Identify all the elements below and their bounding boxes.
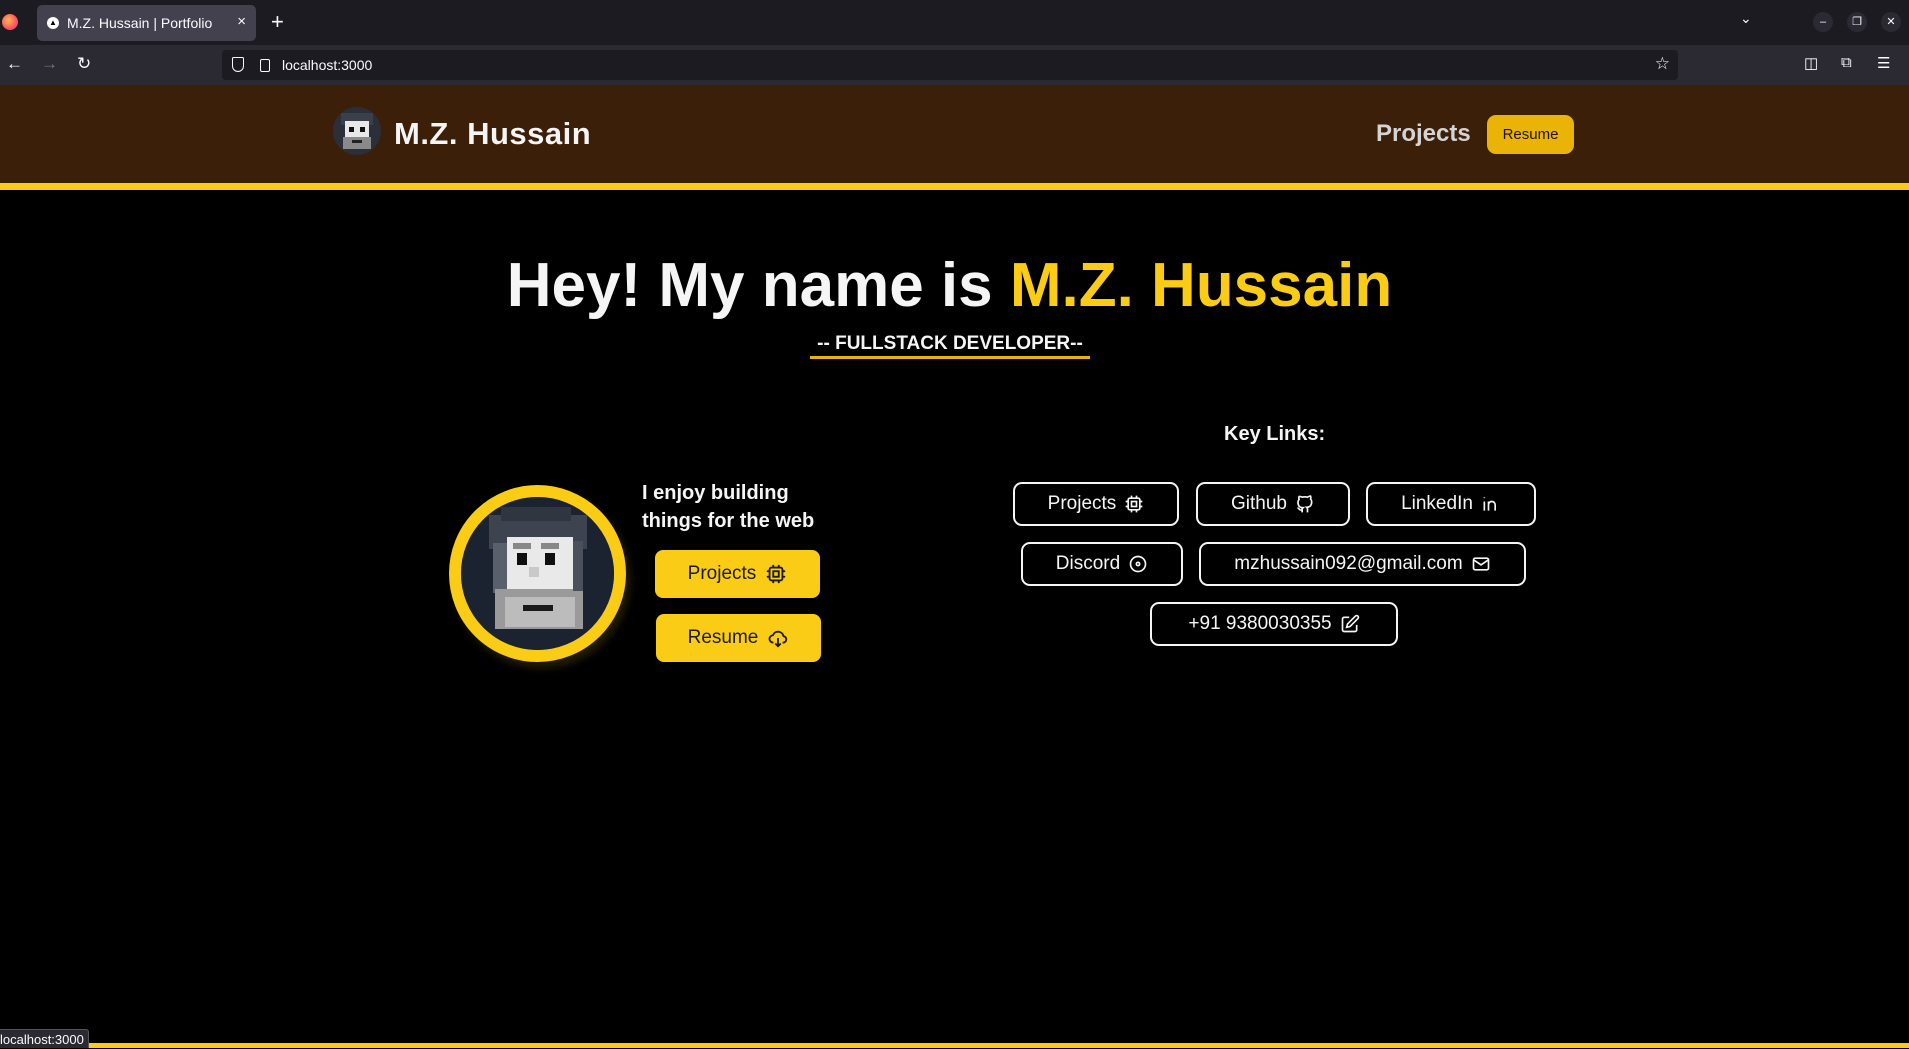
cpu-icon: [765, 563, 787, 585]
browser-tab-bar: ▲ M.Z. Hussain | Portfolio × + ⌄ – ❐ ✕: [0, 0, 1909, 45]
bookmark-star-icon[interactable]: ☆: [1655, 54, 1670, 74]
resume-cta-label: Resume: [687, 627, 759, 648]
key-link-label: +91 9380030355: [1188, 613, 1332, 634]
hero-title: Hey! My name is M.Z. Hussain: [0, 250, 1899, 321]
key-link-label: LinkedIn: [1401, 493, 1473, 514]
address-bar[interactable]: localhost:3000 ☆: [222, 50, 1678, 80]
key-link-email[interactable]: mzhussain092@gmail.com: [1199, 542, 1526, 586]
browser-toolbar: ← → ↻ localhost:3000 ☆ ◫ ⧉ ☰: [0, 45, 1909, 85]
projects-cta-button[interactable]: Projects: [655, 550, 820, 598]
page-viewport: M.Z. Hussain Projects Resume Hey! My nam…: [0, 85, 1909, 1048]
logo-avatar[interactable]: [333, 107, 381, 155]
pixel-portrait-icon: [461, 497, 614, 650]
key-link-label: Discord: [1055, 553, 1121, 574]
hero-subtitle: -- FULLSTACK DEVELOPER--: [810, 333, 1090, 359]
cpu-icon: [1124, 494, 1144, 514]
url-text[interactable]: localhost:3000: [282, 57, 372, 73]
intro-tagline: I enjoy building things for the web: [642, 482, 815, 532]
restore-window-icon[interactable]: ❐: [1847, 12, 1867, 32]
tab-close-icon[interactable]: ×: [237, 13, 246, 30]
tab-list-chevron-icon[interactable]: ⌄: [1740, 10, 1752, 27]
pocket-icon[interactable]: ◫: [1804, 54, 1818, 72]
firefox-logo-icon: [2, 14, 18, 30]
key-link-projects[interactable]: Projects: [1013, 482, 1179, 526]
site-header: M.Z. Hussain Projects Resume: [0, 85, 1909, 190]
page-bottom-accent-line: [0, 1043, 1909, 1048]
browser-tab[interactable]: ▲ M.Z. Hussain | Portfolio ×: [37, 5, 256, 41]
mail-icon: [1471, 554, 1491, 574]
disc-icon: [1128, 554, 1148, 574]
key-links-title: Key Links:: [1224, 423, 1326, 445]
tab-favicon-icon: ▲: [47, 17, 59, 29]
close-window-icon[interactable]: ✕: [1881, 12, 1901, 32]
tab-title: M.Z. Hussain | Portfolio: [67, 15, 213, 31]
tracking-shield-icon[interactable]: [232, 57, 244, 72]
minimize-window-icon[interactable]: –: [1813, 12, 1833, 32]
github-icon: [1295, 494, 1315, 514]
brand-name[interactable]: M.Z. Hussain: [394, 116, 591, 152]
hero-title-prefix: Hey! My name is: [506, 251, 1010, 320]
cloud-download-icon: [767, 627, 789, 649]
key-link-discord[interactable]: Discord: [1021, 542, 1183, 586]
linkedin-icon: [1481, 494, 1501, 514]
edit-icon: [1340, 614, 1360, 634]
reload-icon[interactable]: ↻: [77, 54, 91, 74]
pixel-face-icon: [341, 113, 373, 149]
nav-projects-link[interactable]: Projects: [1376, 120, 1471, 148]
key-link-label: Projects: [1047, 493, 1117, 514]
projects-cta-label: Projects: [687, 563, 757, 584]
forward-arrow-icon[interactable]: →: [41, 54, 58, 74]
key-link-linkedin[interactable]: LinkedIn: [1366, 482, 1536, 526]
extensions-icon[interactable]: ⧉: [1841, 54, 1852, 71]
nav-resume-button[interactable]: Resume: [1487, 115, 1574, 154]
hero-title-name: M.Z. Hussain: [1009, 251, 1393, 320]
back-arrow-icon[interactable]: ←: [6, 54, 23, 74]
status-bar-url: localhost:3000: [0, 1029, 89, 1048]
key-link-github[interactable]: Github: [1196, 482, 1350, 526]
key-link-label: mzhussain092@gmail.com: [1234, 553, 1463, 574]
resume-cta-button[interactable]: Resume: [656, 614, 821, 662]
page-info-icon[interactable]: [260, 59, 270, 72]
profile-avatar: [449, 485, 626, 662]
hamburger-menu-icon[interactable]: ☰: [1877, 54, 1890, 72]
new-tab-button[interactable]: +: [271, 9, 284, 35]
key-link-phone[interactable]: +91 9380030355: [1150, 602, 1398, 646]
key-link-label: Github: [1231, 493, 1287, 514]
